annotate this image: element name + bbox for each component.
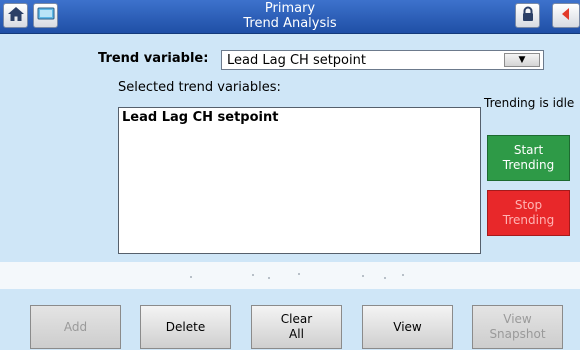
add-button[interactable]: Add	[30, 305, 121, 349]
title-line-1: Primary	[264, 1, 316, 16]
divider-dot	[402, 274, 404, 276]
stop-trending-button[interactable]: Stop Trending	[487, 190, 570, 236]
view-snapshot-label-2: Snapshot	[489, 327, 546, 341]
stop-trending-label-2: Trending	[502, 213, 555, 227]
divider-dot	[268, 277, 270, 279]
start-trending-label-2: Trending	[502, 158, 555, 172]
clear-all-label-2: All	[289, 327, 304, 341]
view-button-label: View	[393, 319, 422, 334]
delete-button-label: Delete	[165, 319, 206, 334]
clear-all-label-1: Clear	[280, 312, 313, 326]
chevron-down-icon: ▼	[518, 55, 526, 65]
title-bar: Primary Trend Analysis	[0, 0, 580, 34]
start-trending-button[interactable]: Start Trending	[487, 135, 570, 181]
view-snapshot-label-1: View	[503, 312, 532, 326]
lock-icon	[520, 6, 536, 26]
start-trending-label-1: Start	[513, 143, 544, 157]
view-button[interactable]: View	[362, 305, 453, 349]
page-title: Primary Trend Analysis	[0, 1, 580, 31]
view-snapshot-button[interactable]: View Snapshot	[472, 305, 563, 349]
trend-variable-dropdown[interactable]: Lead Lag CH setpoint ▼	[221, 50, 544, 70]
divider-dot	[362, 275, 364, 277]
list-item[interactable]: Lead Lag CH setpoint	[122, 110, 278, 125]
selected-variables-list[interactable]: Lead Lag CH setpoint	[118, 107, 481, 254]
stop-trending-label-1: Stop	[514, 198, 543, 212]
back-icon	[558, 6, 574, 26]
divider-dot	[252, 274, 254, 276]
trend-variable-value: Lead Lag CH setpoint	[227, 53, 366, 68]
selected-variables-label: Selected trend variables:	[118, 80, 281, 95]
dropdown-arrow-button[interactable]: ▼	[504, 53, 540, 67]
divider-dot	[190, 276, 192, 278]
trending-status: Trending is idle	[484, 96, 575, 110]
divider-dot	[384, 277, 386, 279]
divider-strip	[0, 262, 580, 289]
title-line-2: Trend Analysis	[243, 16, 337, 31]
clear-all-button[interactable]: Clear All	[251, 305, 342, 349]
add-button-label: Add	[63, 319, 88, 334]
divider-dot	[298, 273, 300, 275]
delete-button[interactable]: Delete	[140, 305, 231, 349]
trend-variable-label: Trend variable:	[98, 51, 209, 66]
lock-button[interactable]	[515, 3, 540, 28]
back-button[interactable]	[552, 3, 580, 28]
